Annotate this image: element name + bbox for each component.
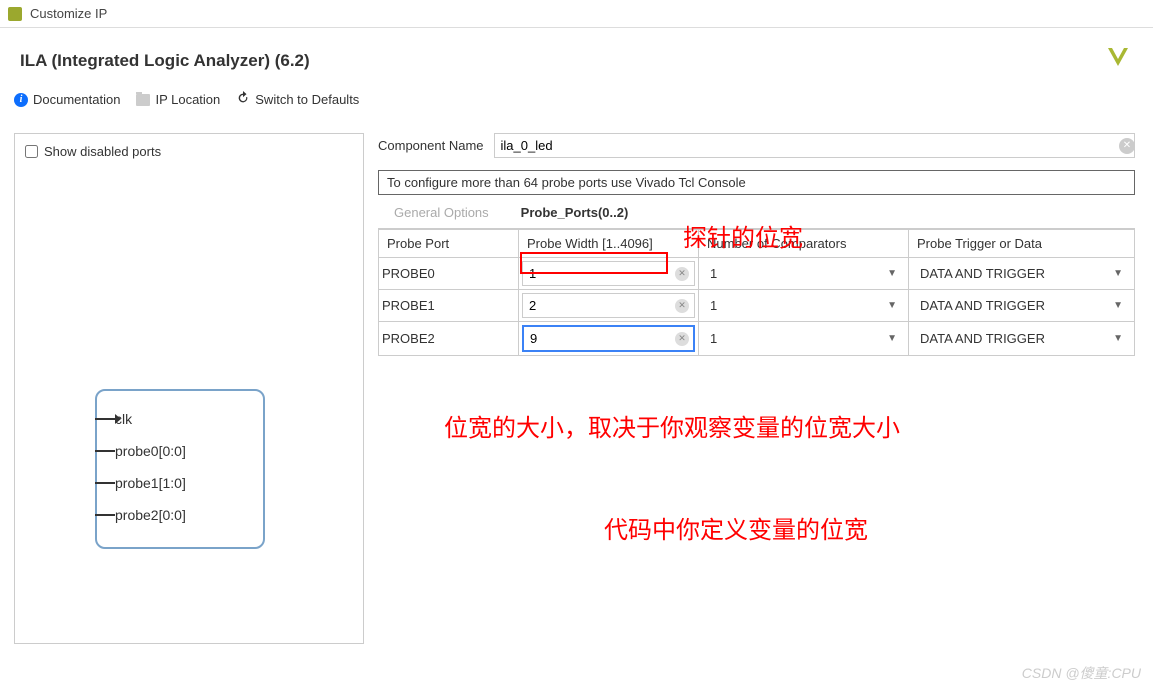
chevron-down-icon: ▼ [1113, 300, 1123, 311]
port-probe1: probe1[1:0] [115, 467, 255, 499]
titlebar: Customize IP [0, 0, 1153, 28]
component-name-label: Component Name [378, 138, 484, 153]
trigger-value-1: DATA AND TRIGGER [920, 298, 1045, 313]
component-name-input[interactable] [494, 133, 1136, 158]
ip-name-heading: ILA (Integrated Logic Analyzer) (6.2) [20, 51, 310, 71]
header-trigger: Probe Trigger or Data [909, 230, 1135, 258]
show-disabled-row: Show disabled ports [25, 144, 353, 159]
chevron-down-icon: ▼ [1113, 268, 1123, 279]
ip-location-label: IP Location [155, 92, 220, 107]
chevron-down-icon: ▼ [887, 268, 897, 279]
clear-width-1-icon[interactable]: ✕ [675, 299, 689, 313]
header-probe-width: Probe Width [1..4096] [519, 230, 699, 258]
probe-table: Probe Port Probe Width [1..4096] Number … [378, 229, 1135, 356]
cell-port-1: PROBE1 [379, 290, 519, 322]
probe-width-input-0[interactable] [522, 261, 695, 286]
cell-width-2: ✕ [519, 322, 699, 356]
switch-defaults-link[interactable]: Switch to Defaults [236, 91, 359, 108]
show-disabled-label: Show disabled ports [44, 144, 161, 159]
cell-trigger-2[interactable]: DATA AND TRIGGER ▼ [909, 322, 1135, 356]
header: ILA (Integrated Logic Analyzer) (6.2) [0, 28, 1153, 87]
info-message: To configure more than 64 probe ports us… [378, 170, 1135, 195]
cell-trigger-0[interactable]: DATA AND TRIGGER ▼ [909, 258, 1135, 290]
chevron-down-icon: ▼ [887, 300, 897, 311]
cell-port-2: PROBE2 [379, 322, 519, 356]
cell-width-1: ✕ [519, 290, 699, 322]
table-row: PROBE0 ✕ 1▼ DATA AND TRIGGER▼ [379, 258, 1135, 290]
ip-location-link[interactable]: IP Location [136, 92, 220, 107]
table-header-row: Probe Port Probe Width [1..4096] Number … [379, 230, 1135, 258]
show-disabled-checkbox[interactable] [25, 145, 38, 158]
cell-port-0: PROBE0 [379, 258, 519, 290]
header-comparators: Number of Comparators [699, 230, 909, 258]
header-probe-port: Probe Port [379, 230, 519, 258]
table-row: PROBE1 ✕ 1▼ DATA AND TRIGGER▼ [379, 290, 1135, 322]
pin-probe2-icon [95, 514, 115, 516]
clear-width-2-icon[interactable]: ✕ [675, 332, 689, 346]
probe-width-input-2[interactable] [522, 325, 695, 352]
vivado-logo-icon [1103, 44, 1133, 77]
cell-width-0: ✕ [519, 258, 699, 290]
probe-width-input-1[interactable] [522, 293, 695, 318]
table-row: PROBE2 ✕ 1▼ DATA AND TRIGGER▼ [379, 322, 1135, 356]
trigger-value-0: DATA AND TRIGGER [920, 266, 1045, 281]
comparators-value-2: 1 [710, 331, 717, 346]
port-clk: clk [115, 403, 255, 435]
chevron-down-icon: ▼ [1113, 333, 1123, 344]
tabs: General Options Probe_Ports(0..2) [378, 197, 1135, 229]
pin-clk-icon [95, 418, 115, 420]
cell-trigger-1[interactable]: DATA AND TRIGGER ▼ [909, 290, 1135, 322]
port-probe2: probe2[0:0] [115, 499, 255, 531]
toolbar: i Documentation IP Location Switch to De… [0, 87, 1153, 119]
content-area: Show disabled ports clk probe0[0:0] prob… [0, 119, 1153, 658]
comparators-value-0: 1 [710, 266, 717, 281]
port-probe2-label: probe2[0:0] [115, 507, 186, 523]
refresh-icon [236, 91, 250, 108]
cell-comparators-1[interactable]: 1▼ [699, 290, 909, 322]
ip-block-diagram: clk probe0[0:0] probe1[1:0] probe2[0:0] [95, 389, 265, 549]
folder-icon [136, 94, 150, 106]
port-probe0: probe0[0:0] [115, 435, 255, 467]
documentation-link[interactable]: i Documentation [14, 92, 120, 107]
left-panel: Show disabled ports clk probe0[0:0] prob… [14, 133, 364, 644]
port-probe0-label: probe0[0:0] [115, 443, 186, 459]
chevron-down-icon: ▼ [887, 333, 897, 344]
pin-probe0-icon [95, 450, 115, 452]
watermark: CSDN @傻童:CPU [1022, 663, 1141, 683]
cell-comparators-2[interactable]: 1▼ [699, 322, 909, 356]
info-icon: i [14, 93, 28, 107]
tab-general-options[interactable]: General Options [378, 197, 505, 228]
pin-probe1-icon [95, 482, 115, 484]
tab-probe-ports[interactable]: Probe_Ports(0..2) [505, 197, 645, 228]
comparators-value-1: 1 [710, 298, 717, 313]
port-probe1-label: probe1[1:0] [115, 475, 186, 491]
clear-width-0-icon[interactable]: ✕ [675, 267, 689, 281]
app-icon [8, 7, 22, 21]
window-title: Customize IP [30, 6, 107, 21]
component-name-row: Component Name ✕ [378, 133, 1135, 158]
trigger-value-2: DATA AND TRIGGER [920, 331, 1045, 346]
switch-defaults-label: Switch to Defaults [255, 92, 359, 107]
right-panel: Component Name ✕ To configure more than … [374, 133, 1139, 644]
clear-component-name-icon[interactable]: ✕ [1119, 138, 1135, 154]
cell-comparators-0[interactable]: 1▼ [699, 258, 909, 290]
documentation-label: Documentation [33, 92, 120, 107]
